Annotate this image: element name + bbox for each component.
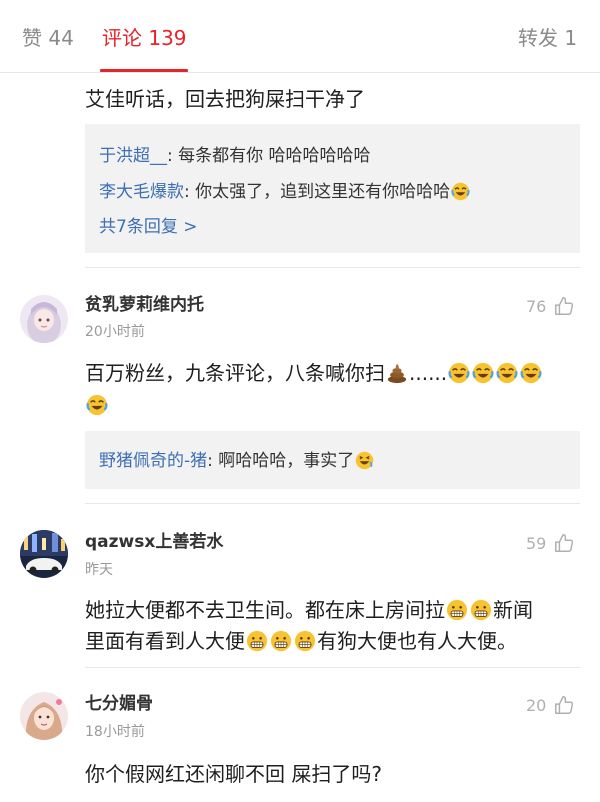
grin-emoji (470, 599, 492, 621)
comment-text (85, 388, 109, 422)
comment-text: 里面有看到人大便 有狗大便也有人大便。 (85, 624, 517, 658)
comment-text: 百万粉丝，九条评论，八条喊你扫...... (85, 356, 543, 390)
comment-text-line: 新闻 (493, 598, 533, 622)
comment-text-line: 她拉大便都不去卫生间。都在床上房间拉 (85, 598, 445, 622)
reply-username[interactable]: 李大毛爆款 (99, 182, 184, 202)
reply-text: : 你太强了，追到这里还有你哈哈哈 (184, 182, 451, 202)
comment-username[interactable]: 七分媚骨 (85, 692, 153, 716)
thumb-up-icon[interactable] (553, 694, 575, 716)
comment-text: 她拉大便都不去卫生间。都在床上房间拉 新闻 (85, 593, 533, 627)
grin-emoji (246, 630, 268, 652)
reply-username[interactable]: 野猪佩奇的-猪 (99, 451, 207, 471)
laughing-tears-emoji (520, 362, 542, 384)
reply-text: : 每条都有你 哈哈哈哈哈哈 (167, 146, 371, 166)
reply-item: 李大毛爆款: 你太强了，追到这里还有你哈哈哈 (99, 179, 471, 205)
grin-emoji (294, 630, 316, 652)
divider (85, 267, 580, 268)
view-more-replies-link[interactable]: 共7条回复 > (99, 214, 197, 240)
thumb-up-icon[interactable] (553, 532, 575, 554)
grin-emoji (446, 599, 468, 621)
reply-box[interactable]: 野猪佩奇的-猪: 啊哈哈哈，事实了 (85, 431, 580, 489)
reply-item: 野猪佩奇的-猪: 啊哈哈哈，事实了 (99, 448, 375, 474)
poop-emoji (386, 362, 408, 384)
comment-username[interactable]: 贫乳萝莉维内托 (85, 293, 204, 317)
grin-emoji (270, 630, 292, 652)
laughing-tears-emoji (472, 362, 494, 384)
tab-reposts[interactable]: 转发 1 (518, 24, 577, 52)
laughing-tears-emoji (86, 394, 108, 416)
ellipsis-text: ...... (409, 361, 448, 385)
comment-text-line: 里面有看到人大便 (85, 629, 245, 653)
laughing-tears-emoji (496, 362, 518, 384)
avatar[interactable] (20, 692, 68, 740)
laughing-emoji (355, 451, 374, 470)
comment-text-line: 百万粉丝，九条评论，八条喊你扫 (85, 361, 385, 385)
reply-item: 于洪超__: 每条都有你 哈哈哈哈哈哈 (99, 143, 371, 169)
like-count: 76 (526, 297, 547, 316)
like-count: 59 (526, 534, 547, 553)
comment-time: 昨天 (85, 562, 113, 578)
reply-box[interactable]: 于洪超__: 每条都有你 哈哈哈哈哈哈 李大毛爆款: 你太强了，追到这里还有你哈… (85, 124, 580, 253)
comment-text: 艾佳听话，回去把狗屎扫干净了 (85, 87, 365, 111)
avatar[interactable] (20, 295, 68, 343)
tab-likes[interactable]: 赞 44 (22, 24, 74, 52)
avatar[interactable] (20, 530, 68, 578)
comment-tabs: 赞 44 评论 139 转发 1 (0, 0, 600, 73)
active-tab-indicator (100, 69, 188, 72)
comment-text-line: 有狗大便也有人大便。 (317, 629, 517, 653)
laughing-tears-emoji (451, 182, 470, 201)
comment-text: 你个假网红还闲聊不回 屎扫了吗? (85, 762, 382, 786)
tab-comments[interactable]: 评论 139 (102, 24, 187, 52)
comment-time: 18小时前 (85, 724, 145, 740)
reply-text: : 啊哈哈哈，事实了 (207, 451, 355, 471)
comment-username[interactable]: qazwsx上善若水 (85, 530, 223, 554)
thumb-up-icon[interactable] (553, 295, 575, 317)
like-count: 20 (526, 696, 547, 715)
reply-username[interactable]: 于洪超__ (99, 146, 167, 166)
divider (85, 503, 580, 504)
comment-time: 20小时前 (85, 324, 145, 340)
laughing-tears-emoji (448, 362, 470, 384)
divider (85, 667, 580, 668)
